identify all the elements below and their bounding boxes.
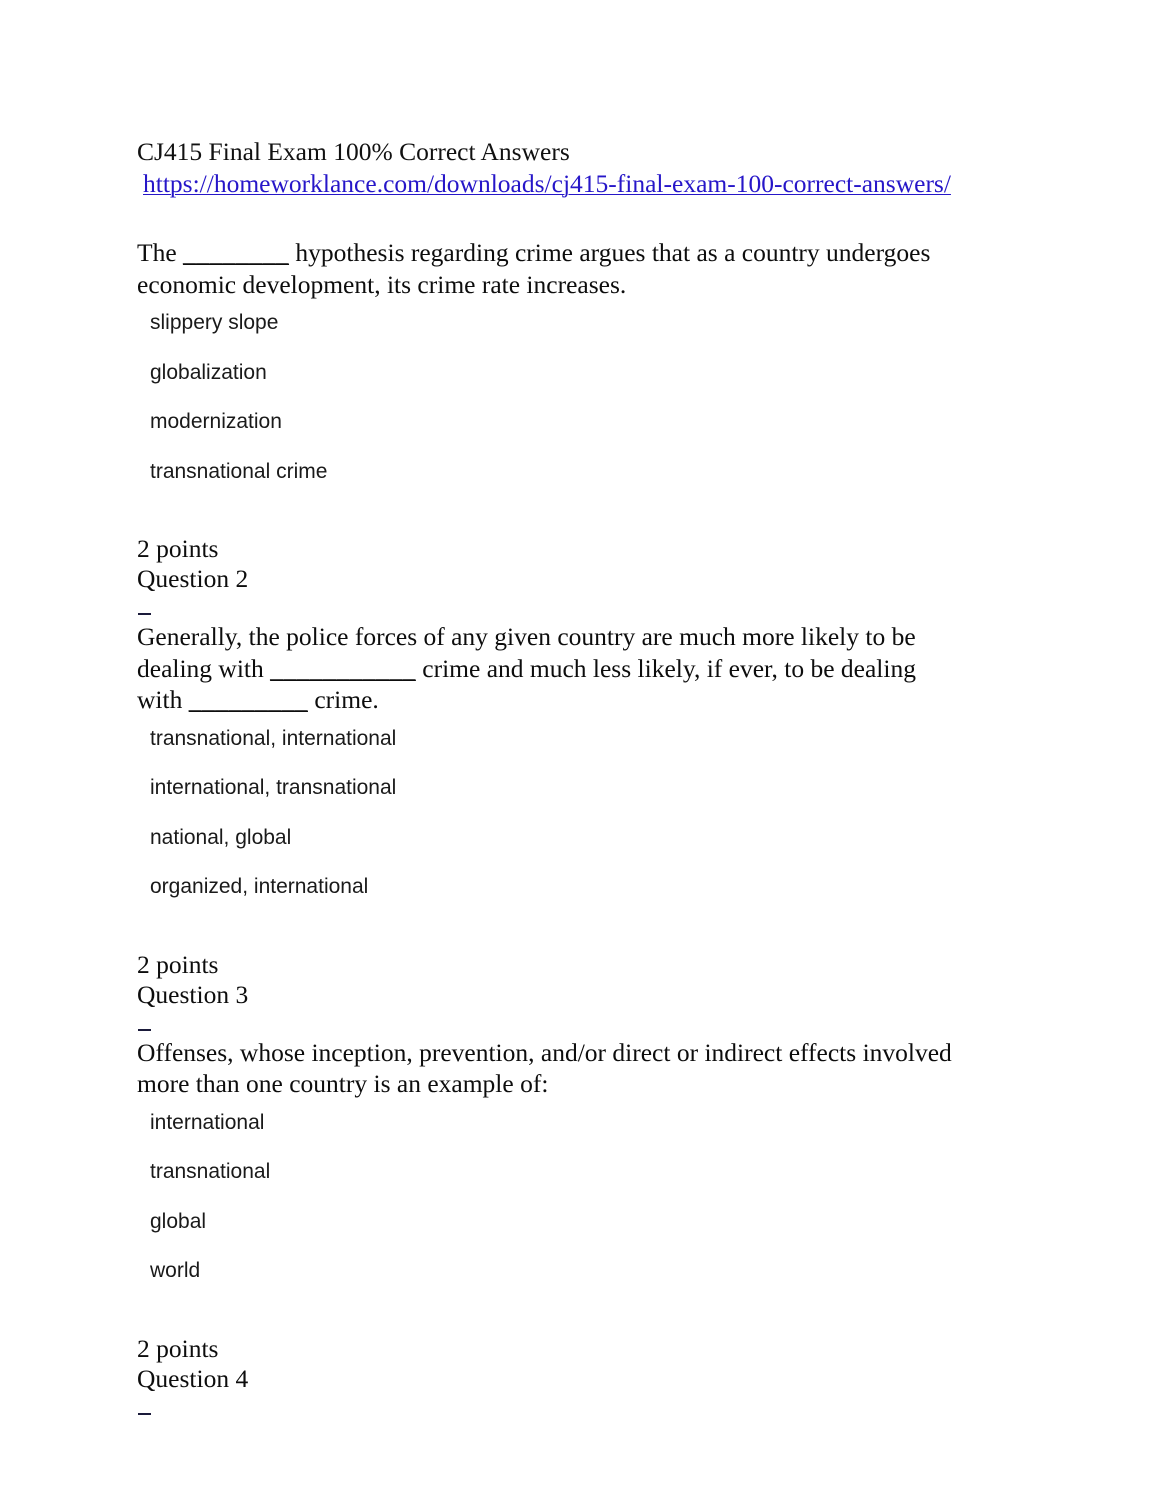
question-3-points: 2 points (137, 1333, 219, 1363)
document-body: CJ415 Final Exam 100% Correct Answers ht… (137, 136, 1017, 1421)
question-3-option-4[interactable]: world (137, 1258, 1017, 1308)
question-1-stem-part1: The (137, 238, 184, 267)
question-1-blank-1: ________ (183, 238, 290, 267)
question-1-option-1[interactable]: slippery slope (137, 310, 1017, 360)
question-1-option-3[interactable]: modernization (137, 409, 1017, 459)
question-2-option-2[interactable]: international, transnational (137, 775, 1017, 825)
download-link[interactable]: https://homeworklance.com/downloads/cj41… (143, 169, 951, 198)
question-1-points: 2 points (137, 534, 219, 563)
question-1-option-2[interactable]: globalization (137, 360, 1017, 410)
question-4-label: Question 4 (137, 1363, 249, 1393)
question-3-dash-marker-icon (138, 1028, 151, 1031)
download-link-line: https://homeworklance.com/downloads/cj41… (137, 167, 1017, 204)
question-4-dash-marker-icon (138, 1412, 151, 1415)
question-2-blank-2: _________ (188, 685, 308, 714)
question-2-option-1[interactable]: transnational, international (137, 726, 1017, 776)
document-page: CJ415 Final Exam 100% Correct Answers ht… (0, 0, 1156, 1496)
document-title: CJ415 Final Exam 100% Correct Answers (137, 137, 570, 166)
question-2-option-3[interactable]: national, global (137, 825, 1017, 875)
question-2-option-4[interactable]: organized, international (137, 874, 1017, 924)
question-2-blank-1: ___________ (270, 653, 416, 683)
question-1-stem: The ________ hypothesis regarding crime … (137, 237, 937, 300)
question-3-option-3[interactable]: global (137, 1209, 1017, 1259)
question-3-stem: Offenses, whose inception, prevention, a… (137, 1037, 952, 1099)
question-3-label: Question 3 (137, 979, 249, 1009)
question-2-points: 2 points (137, 949, 219, 979)
question-2-options: transnational, international internation… (137, 726, 1017, 924)
question-1-options: slippery slope globalization modernizati… (137, 310, 1017, 508)
question-3-options: international transnational global world (137, 1110, 1017, 1308)
question-2-stem: Generally, the police forces of any give… (137, 621, 937, 716)
question-3-option-1[interactable]: international (137, 1110, 1017, 1160)
question-2-dash-marker-icon (138, 613, 151, 615)
question-2-stem-part3: crime. (307, 685, 379, 714)
question-2-label: Question 2 (137, 564, 249, 593)
question-3-option-2[interactable]: transnational (137, 1159, 1017, 1209)
question-1-option-4[interactable]: transnational crime (137, 459, 1017, 509)
